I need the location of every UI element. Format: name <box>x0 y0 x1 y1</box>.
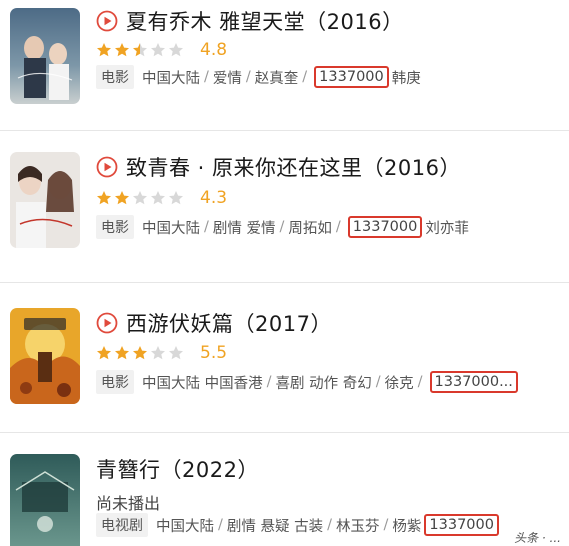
meta-text: 喜剧 动作 奇幻 <box>275 375 372 392</box>
poster-image[interactable] <box>10 308 80 404</box>
poster-image[interactable] <box>10 152 80 248</box>
meta-separator: / <box>327 517 332 533</box>
watermark: 头条 · ... <box>514 531 561 545</box>
type-tag: 电影 <box>96 215 134 239</box>
rating-score: 4.8 <box>200 40 228 60</box>
meta-text: 韩庚 <box>391 70 421 87</box>
star-icon <box>151 191 165 205</box>
type-tag: 电影 <box>96 370 134 394</box>
star-icon <box>133 43 147 57</box>
star-icon <box>115 191 129 205</box>
meta-separator: / <box>375 374 381 390</box>
meta-text: 林玉芬 <box>336 518 380 535</box>
star-icon <box>133 346 147 360</box>
highlighted-value: 1337000 <box>347 216 423 238</box>
meta-text: 剧情 悬疑 古装 <box>226 518 324 535</box>
status-text: 尚未播出 <box>96 494 161 513</box>
list-item[interactable]: 青簪行（2022） 尚未播出 电视剧 中国大陆 / 剧情 悬疑 古装 / 林玉芬… <box>0 442 569 546</box>
play-icon[interactable] <box>96 312 118 334</box>
meta-separator: / <box>266 374 272 390</box>
meta-text: 徐克 <box>384 375 414 392</box>
meta-text: 中国大陆 中国香港 <box>142 375 263 392</box>
meta-separator: / <box>245 69 251 85</box>
meta-text: 赵真奎 <box>254 70 299 87</box>
meta-separator: / <box>204 69 209 85</box>
star-icon <box>115 346 129 360</box>
meta-separator: / <box>335 219 341 235</box>
star-icon <box>169 43 183 57</box>
star-icon <box>151 346 165 360</box>
poster-image[interactable] <box>10 454 80 546</box>
star-icon <box>151 43 165 57</box>
meta-text: 杨紫 <box>392 518 422 535</box>
play-icon[interactable] <box>96 10 118 32</box>
meta-separator: / <box>204 219 209 235</box>
meta-text: 中国大陆 <box>142 220 200 237</box>
item-title[interactable]: 青簪行（2022） <box>96 454 259 484</box>
star-icon <box>169 346 183 360</box>
star-icon <box>97 191 111 205</box>
highlighted-value: 1337000 <box>424 514 499 536</box>
rating-stars <box>96 190 186 206</box>
meta-separator: / <box>218 517 223 533</box>
list-item[interactable]: 致青春 · 原来你还在这里（2016） 4.3 电影 中国大陆 / 剧情 爱情 … <box>0 140 569 280</box>
item-title[interactable]: 夏有乔木 雅望天堂（2016） <box>126 6 404 36</box>
divider <box>0 282 569 283</box>
meta-separator: / <box>302 69 308 85</box>
rating-stars <box>96 345 186 361</box>
poster-image[interactable] <box>10 8 80 104</box>
meta-text: 周拓如 <box>288 220 332 237</box>
meta-text: 中国大陆 <box>142 70 200 87</box>
item-title[interactable]: 西游伏妖篇（2017） <box>126 308 332 338</box>
play-icon[interactable] <box>96 156 118 178</box>
meta-separator: / <box>279 219 285 235</box>
item-title[interactable]: 致青春 · 原来你还在这里（2016） <box>126 152 461 182</box>
rating-score: 4.3 <box>200 188 228 208</box>
star-icon <box>169 191 183 205</box>
highlighted-value: 1337000 <box>314 66 389 88</box>
search-results-list: 夏有乔木 雅望天堂（2016） 4.8 电影 中国大陆 / 爱情 / 赵真奎 /… <box>0 0 569 546</box>
type-tag: 电影 <box>96 65 134 89</box>
list-item[interactable]: 夏有乔木 雅望天堂（2016） 4.8 电影 中国大陆 / 爱情 / 赵真奎 /… <box>0 0 569 130</box>
rating-stars <box>96 42 186 58</box>
star-icon <box>97 43 111 57</box>
type-tag: 电视剧 <box>96 513 148 537</box>
list-item[interactable]: 西游伏妖篇（2017） 5.5 电影 中国大陆 中国香港 / 喜剧 动作 奇幻 … <box>0 292 569 432</box>
meta-separator: / <box>417 374 423 390</box>
meta-text: 中国大陆 <box>156 518 214 535</box>
divider <box>0 432 569 433</box>
rating-score: 5.5 <box>200 343 228 363</box>
star-icon <box>97 346 111 360</box>
highlighted-value: 1337000... <box>429 371 518 393</box>
meta-text: 爱情 <box>212 70 242 87</box>
meta-text: 刘亦菲 <box>425 220 469 237</box>
divider <box>0 130 569 131</box>
meta-separator: / <box>383 517 389 533</box>
star-icon <box>133 191 147 205</box>
star-icon <box>115 43 129 57</box>
meta-text: 剧情 爱情 <box>212 220 276 237</box>
